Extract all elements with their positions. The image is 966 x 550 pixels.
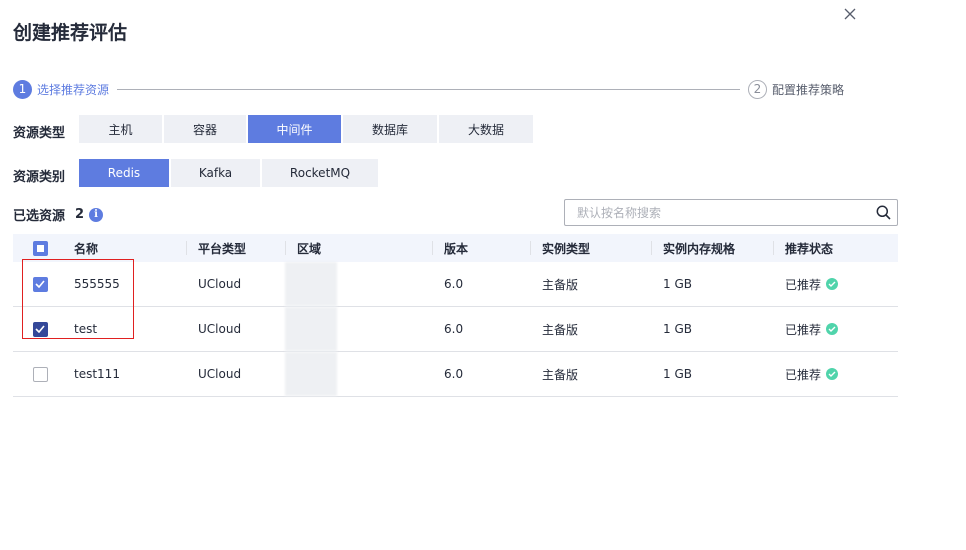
select-all-checkbox[interactable] [32, 240, 48, 256]
cell-name: 555555 [74, 277, 120, 291]
tab-bigdata[interactable]: 大数据 [439, 115, 533, 143]
resource-type-tabs: 主机 容器 中间件 数据库 大数据 [79, 115, 533, 143]
step-number: 1 [13, 79, 32, 99]
cell-memory: 1 GB [663, 277, 692, 291]
cell-memory: 1 GB [663, 322, 692, 336]
check-circle-icon [826, 368, 839, 380]
cell-region [285, 307, 432, 351]
cell-memory: 1 GB [663, 367, 692, 381]
step-connector [117, 89, 740, 90]
status-text: 已推荐 [785, 367, 822, 382]
step-configure-strategy: 2 配置推荐策略 [748, 79, 844, 99]
tab-container[interactable]: 容器 [164, 115, 246, 143]
search-icon[interactable] [869, 200, 897, 225]
cell-version: 6.0 [444, 322, 464, 336]
selected-count: 2 [75, 207, 85, 222]
column-header-platform[interactable]: 平台类型 [186, 234, 285, 262]
cell-instance-type: 主备版 [542, 277, 579, 292]
row-checkbox[interactable] [32, 321, 48, 337]
region-redacted [285, 352, 337, 396]
dialog-title: 创建推荐评估 [13, 22, 128, 44]
tab-kafka[interactable]: Kafka [171, 159, 260, 187]
column-header-status[interactable]: 推荐状态 [773, 234, 898, 262]
search-input[interactable] [565, 200, 869, 225]
region-redacted [285, 262, 337, 306]
resource-table: 名称 平台类型 区域 版本 实例类型 实例内存规格 推荐状态 555555 UC… [13, 234, 898, 397]
column-header-instance-type[interactable]: 实例类型 [530, 234, 651, 262]
cell-platform: UCloud [198, 322, 242, 336]
cell-version: 6.0 [444, 367, 464, 381]
column-header-memory[interactable]: 实例内存规格 [651, 234, 773, 262]
table-row[interactable]: test UCloud 6.0 主备版 1 GB 已推荐 [13, 307, 898, 352]
cell-name: test111 [74, 367, 120, 381]
table-row[interactable]: test111 UCloud 6.0 主备版 1 GB 已推荐 [13, 352, 898, 397]
cell-instance-type: 主备版 [542, 322, 579, 337]
search-box [564, 199, 898, 226]
cell-status: 已推荐 [773, 262, 898, 306]
region-redacted [285, 307, 337, 351]
resource-type-label: 资源类型 [13, 126, 66, 141]
table-header: 名称 平台类型 区域 版本 实例类型 实例内存规格 推荐状态 [13, 234, 898, 262]
status-text: 已推荐 [785, 322, 822, 337]
resource-category-label: 资源类别 [13, 170, 66, 185]
tab-database[interactable]: 数据库 [343, 115, 437, 143]
status-text: 已推荐 [785, 277, 822, 292]
tab-rocketmq[interactable]: RocketMQ [262, 159, 378, 187]
step-label: 选择推荐资源 [37, 82, 110, 97]
selected-resources: 已选资源 2 i [13, 205, 104, 224]
column-header-version[interactable]: 版本 [432, 234, 530, 262]
resource-category-tabs: Redis Kafka RocketMQ [79, 159, 378, 187]
cell-status: 已推荐 [773, 307, 898, 351]
table-row[interactable]: 555555 UCloud 6.0 主备版 1 GB 已推荐 [13, 262, 898, 307]
row-checkbox[interactable] [32, 276, 48, 292]
tab-redis[interactable]: Redis [79, 159, 169, 187]
check-circle-icon [826, 278, 839, 290]
cell-instance-type: 主备版 [542, 367, 579, 382]
close-icon[interactable] [842, 6, 858, 24]
row-checkbox[interactable] [32, 366, 48, 382]
cell-name: test [74, 322, 98, 336]
step-select-resources: 1 选择推荐资源 [13, 79, 109, 99]
cell-platform: UCloud [198, 277, 242, 291]
cell-status: 已推荐 [773, 352, 898, 396]
cell-platform: UCloud [198, 367, 242, 381]
cell-region [285, 352, 432, 396]
selected-resources-label: 已选资源 [13, 209, 66, 224]
cell-region [285, 262, 432, 306]
check-circle-icon [826, 323, 839, 335]
step-number: 2 [748, 79, 767, 99]
tab-middleware[interactable]: 中间件 [248, 115, 341, 143]
column-header-name[interactable]: 名称 [65, 234, 186, 262]
tab-host[interactable]: 主机 [79, 115, 162, 143]
column-header-region[interactable]: 区域 [285, 234, 432, 262]
step-label: 配置推荐策略 [772, 82, 845, 97]
info-icon[interactable]: i [89, 207, 104, 222]
cell-version: 6.0 [444, 277, 464, 291]
